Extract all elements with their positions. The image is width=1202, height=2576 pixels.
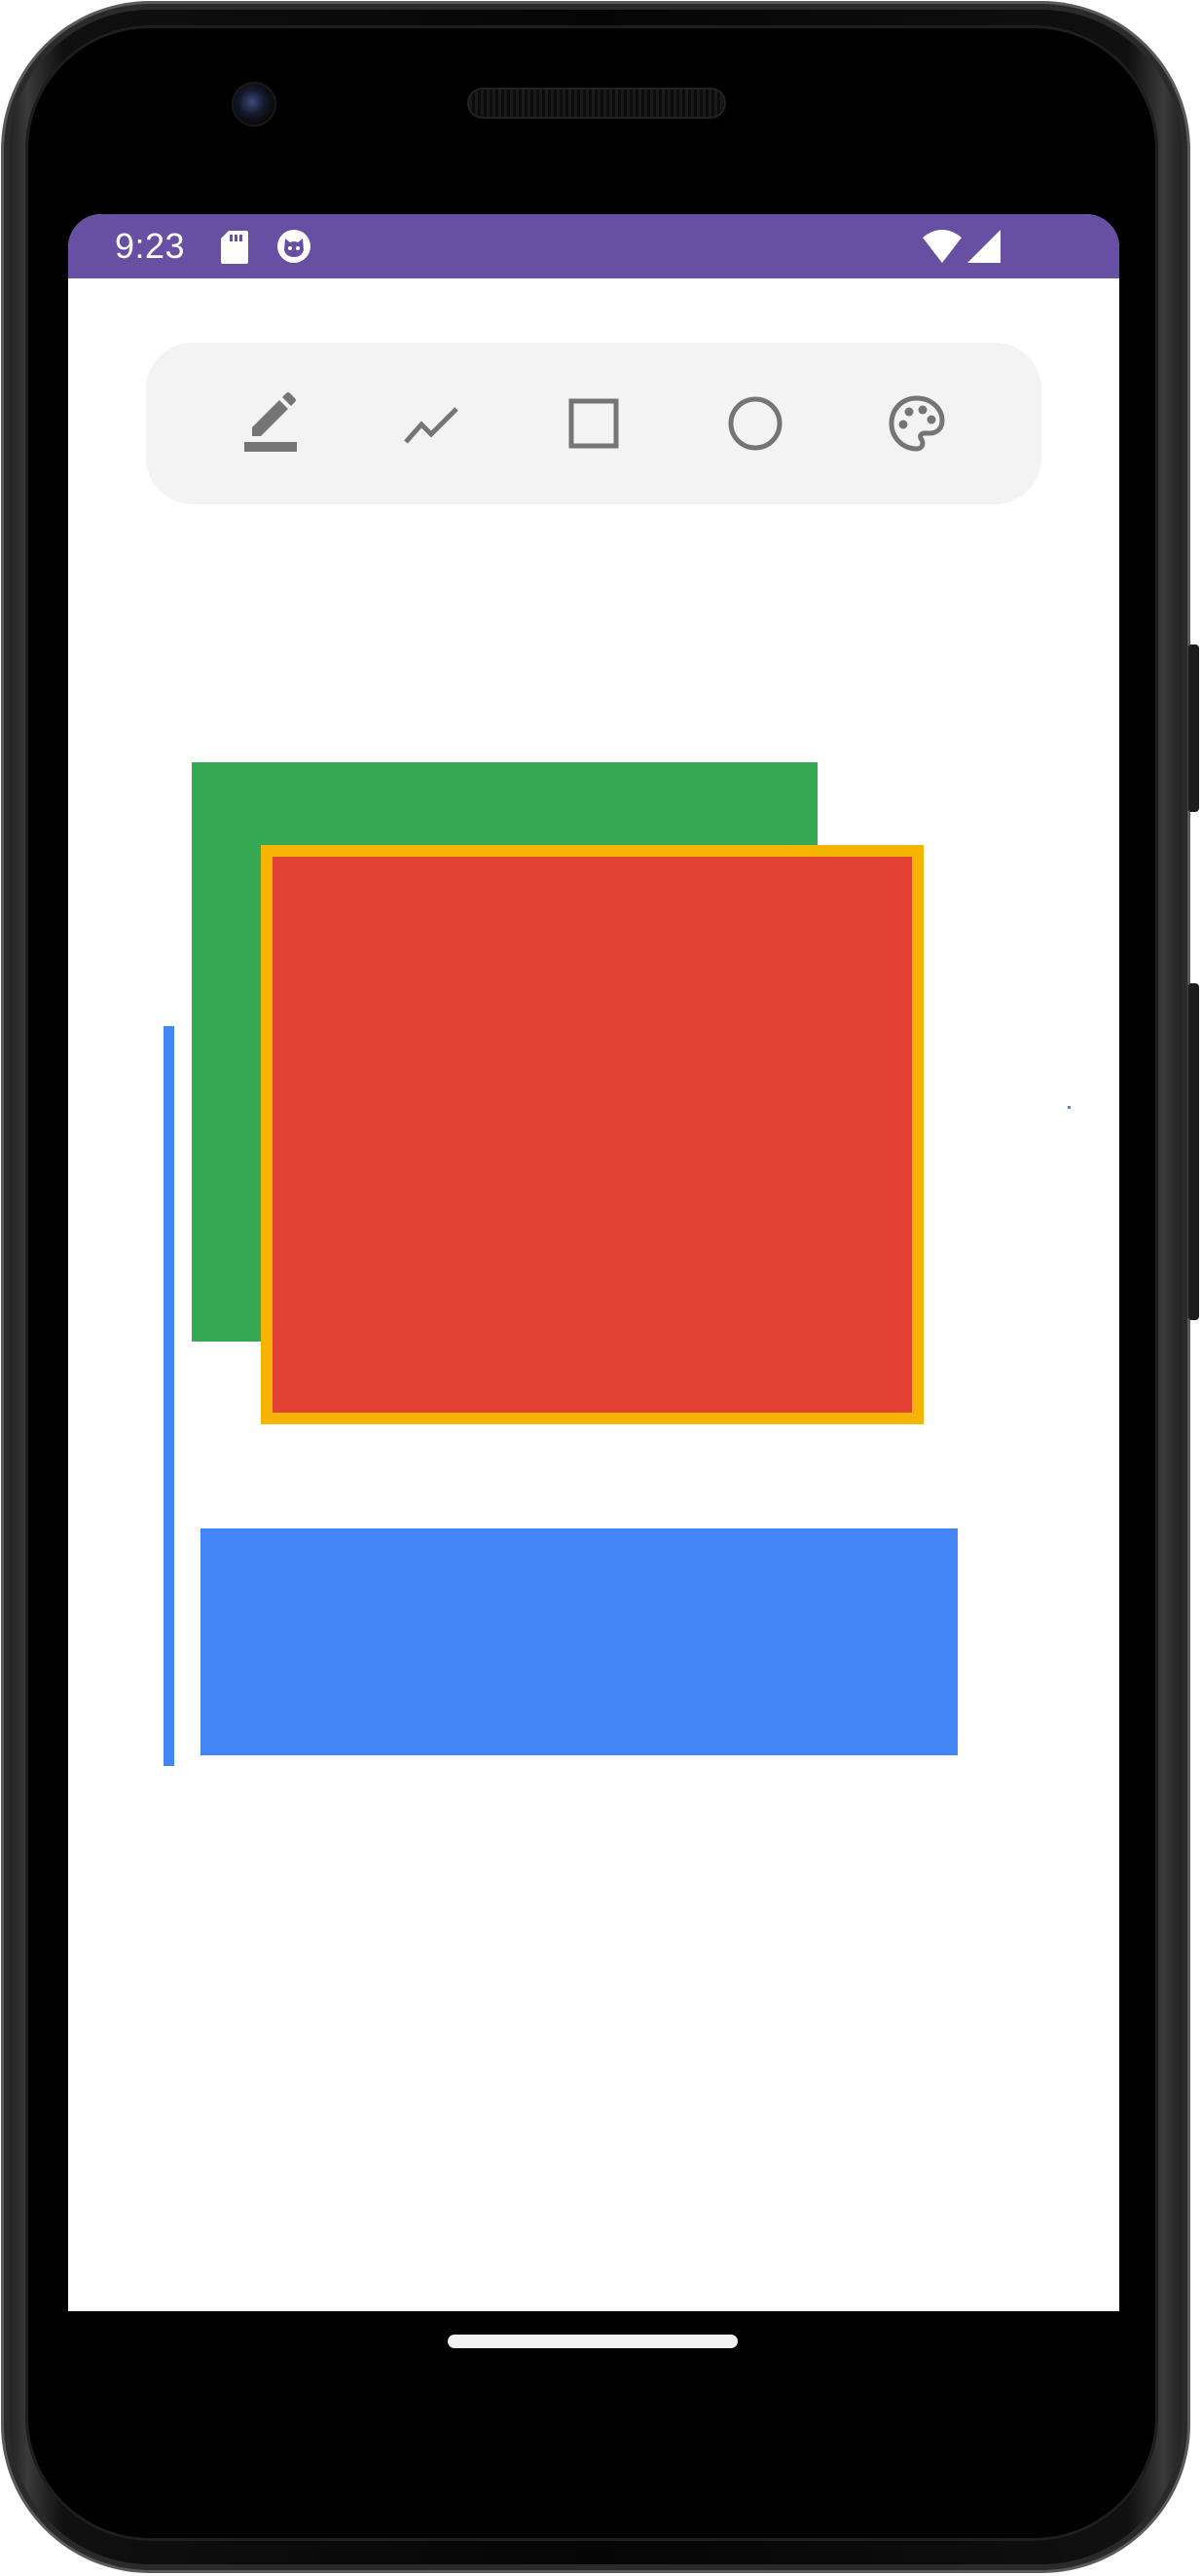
earpiece-speaker: [469, 90, 724, 117]
cellular-signal-icon: [965, 228, 1002, 265]
device-mockup: 9:23: [0, 0, 1202, 2576]
wifi-icon: [923, 228, 962, 265]
volume-button: [1187, 983, 1199, 1320]
app-screen: 9:23: [68, 214, 1119, 2311]
blue-line-shape[interactable]: [164, 1026, 174, 1766]
status-time: 9:23: [115, 226, 186, 266]
home-indicator[interactable]: [448, 2335, 738, 2348]
cat-face-icon: [276, 229, 311, 264]
blue-rectangle-shape[interactable]: [200, 1528, 958, 1755]
front-camera: [234, 84, 274, 125]
sd-card-icon: [220, 230, 249, 265]
power-button: [1187, 644, 1199, 812]
blue-dot-shape[interactable]: [1068, 1106, 1071, 1109]
drawing-canvas[interactable]: [68, 278, 1119, 2311]
status-bar: 9:23: [68, 214, 1119, 278]
red-rectangle-shape[interactable]: [261, 845, 924, 1424]
